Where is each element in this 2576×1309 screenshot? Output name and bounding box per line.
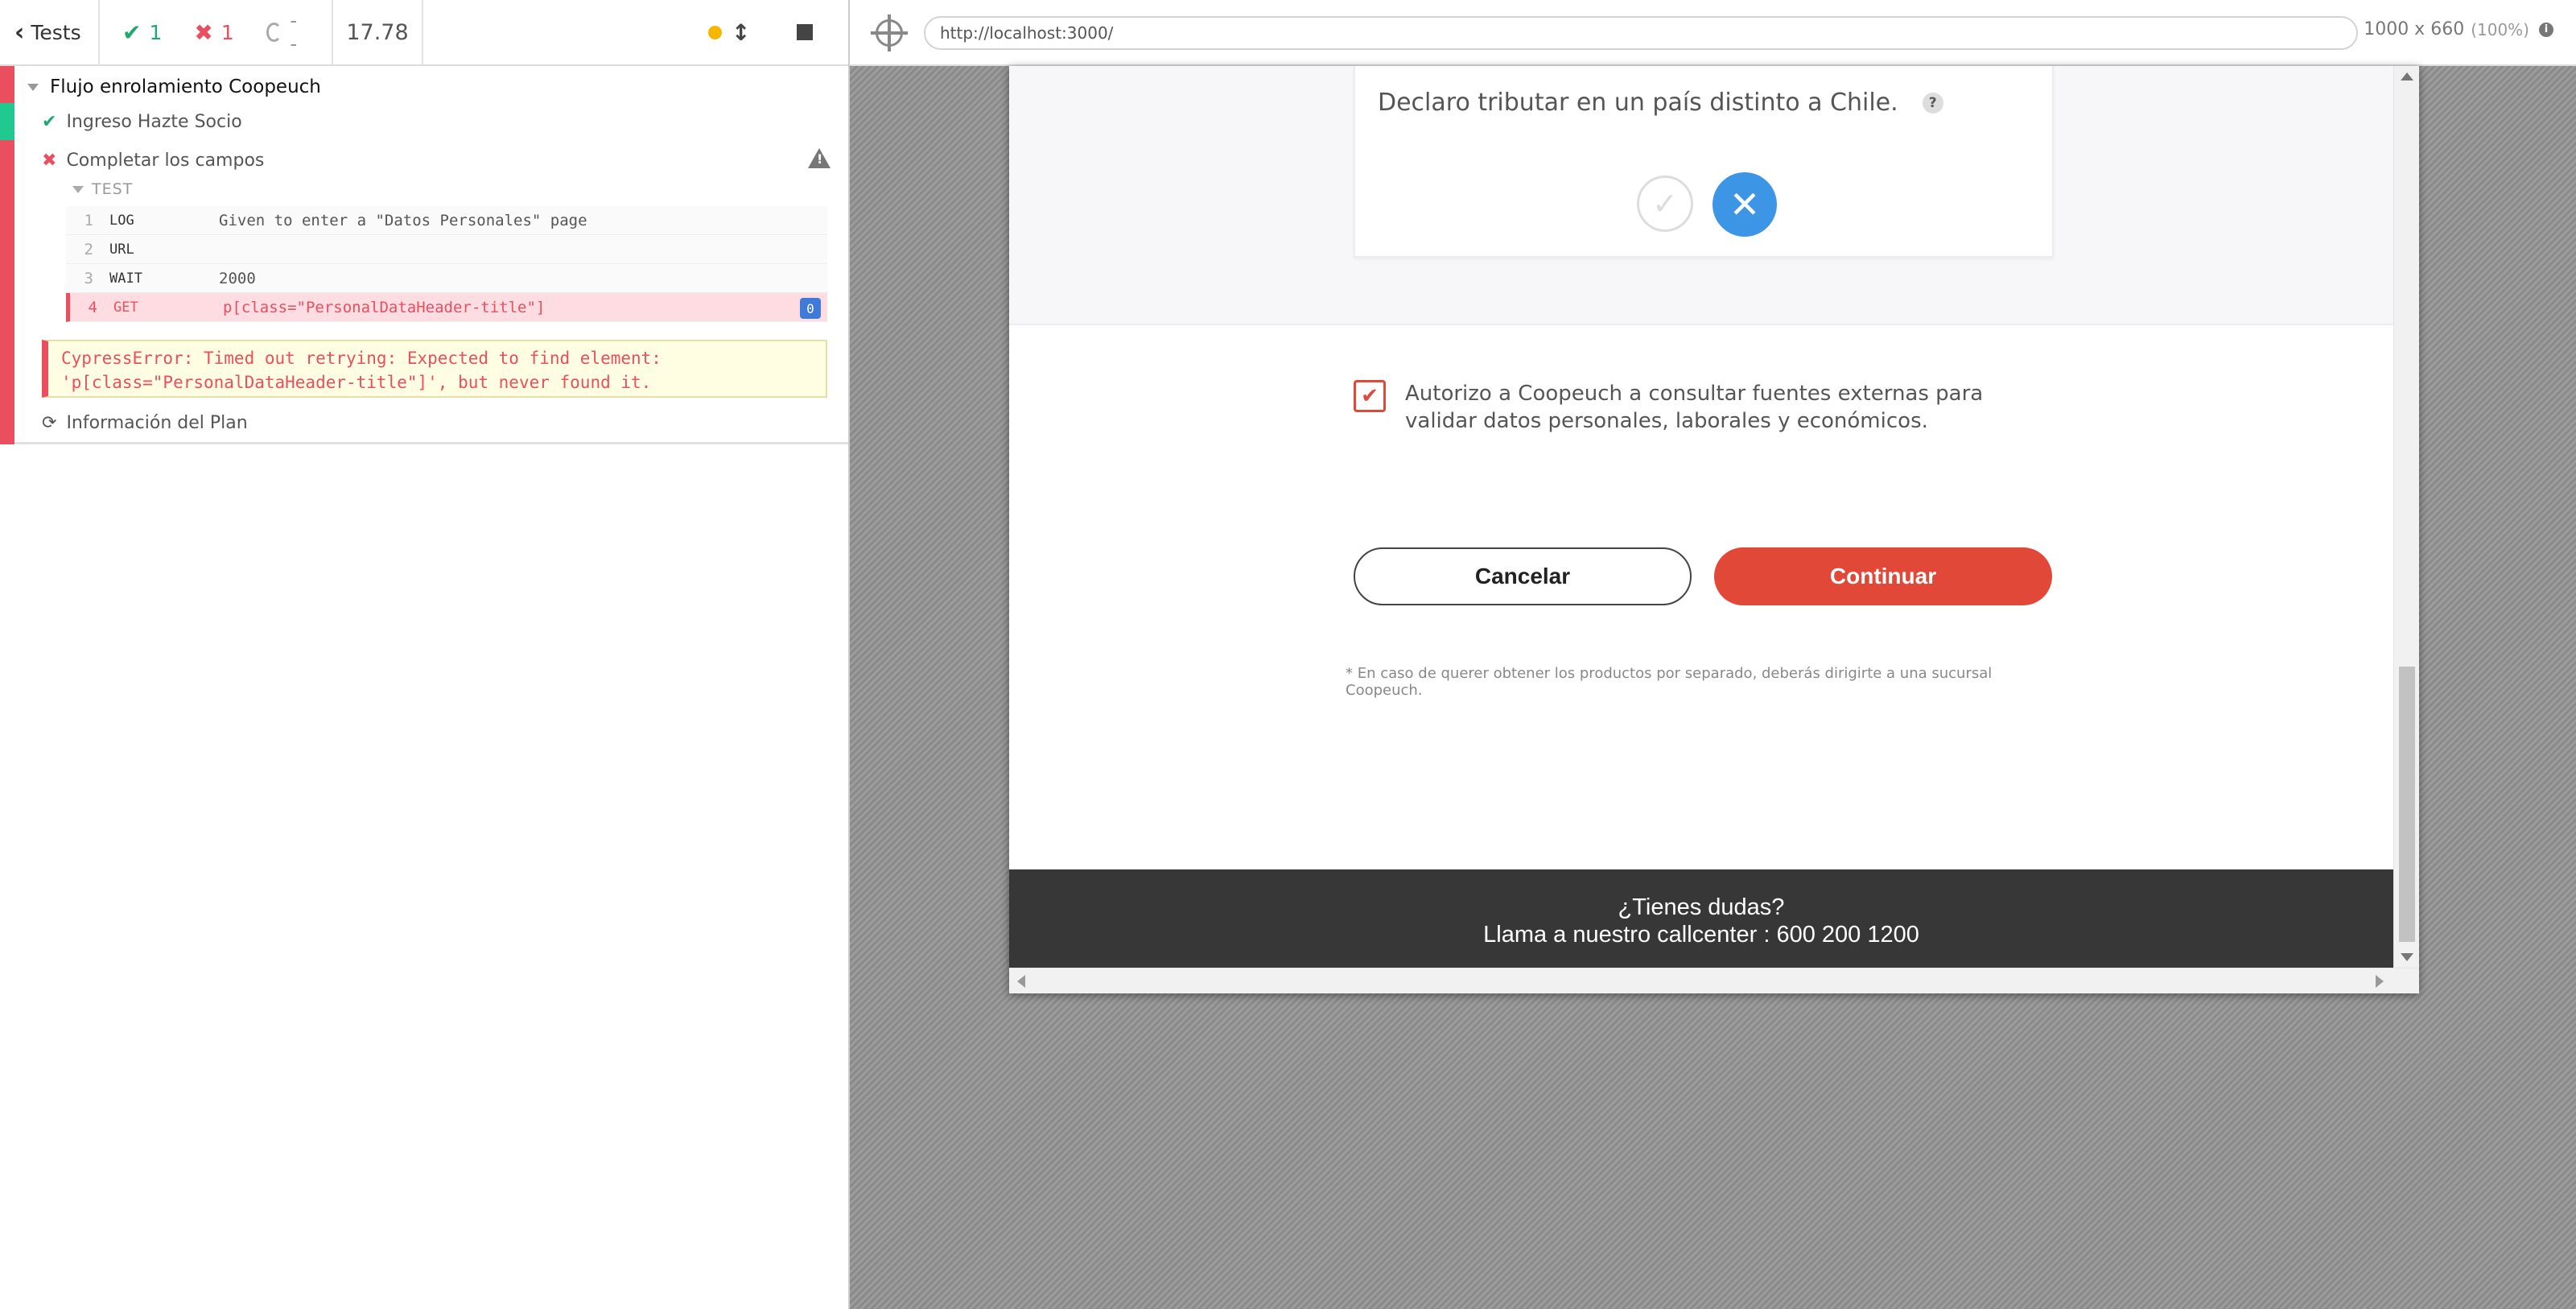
yes-option-button[interactable]: ✓ [1637,175,1693,232]
failed-count[interactable]: ✖ 1 [194,19,233,46]
consent-row: ✔ Autorizo a Coopeuch a consultar fuente… [1354,380,2078,435]
footer-question: ¿Tienes dudas? [1618,894,1785,920]
consent-label: Autorizo a Coopeuch a consultar fuentes … [1405,382,1984,433]
runner-panel: http://localhost:3000/ 1000 x 660 (100%)… [848,0,2576,1309]
close-icon: ✕ [1729,183,1761,226]
cancel-button[interactable]: Cancelar [1354,547,1692,605]
check-icon: ✔ [122,19,142,46]
viewport-size: 1000 x 660 [2364,19,2465,39]
suite-state-bar [0,66,14,444]
running-indicator-icon [708,25,722,39]
caret-down-icon [72,185,84,193]
cross-icon: ✖ [42,150,57,171]
scroll-up-icon[interactable] [2401,72,2413,81]
runnables: Flujo enrolamiento Coopeuch ✔ Ingreso Ha… [0,66,848,444]
check-icon: ✓ [1652,186,1678,221]
command-row[interactable]: 2 URL [66,235,827,264]
runner-controls: ↕ [708,0,814,64]
zoom-level: (100%) [2471,19,2529,39]
check-icon: ✔ [42,111,57,132]
auto-scroll-toggle-icon[interactable]: ↕ [732,19,750,46]
duration: 17.78 [333,0,423,64]
tax-section: Declaro tributar en un país distinto a C… [1009,66,2393,325]
command-row[interactable]: 1 LOG Given to enter a "Datos Personales… [66,206,827,235]
footer-callcenter: Llama a nuestro callcenter : 600 200 120… [1483,922,1919,948]
test-item-failed[interactable]: ✖ Completar los campos [42,142,831,179]
pending-count[interactable]: -- [266,9,301,56]
command-log-panel: ‹ Tests ✔ 1 ✖ 1 -- 17.78 ↕ Flujo enrolam… [0,0,848,1309]
test-item-pending[interactable]: ⟳ Información del Plan [42,404,248,441]
test-item-passed[interactable]: ✔ Ingreso Hazte Socio [42,103,831,140]
reporter-header: ‹ Tests ✔ 1 ✖ 1 -- 17.78 ↕ [0,0,848,66]
footnote: * En caso de querer obtener los producto… [1346,665,1993,699]
hook-label[interactable]: TEST [72,180,133,198]
tax-card: Declaro tributar en un país distinto a C… [1354,66,2054,258]
chevron-left-icon: ‹ [14,18,25,47]
url-bar: http://localhost:3000/ 1000 x 660 (100%)… [850,0,2576,66]
suite-title[interactable]: Flujo enrolamiento Coopeuch [27,71,321,103]
vertical-scrollbar[interactable] [2393,66,2419,968]
help-icon[interactable]: ? [1922,92,1943,114]
caret-down-icon [27,83,39,91]
stop-button[interactable] [797,24,814,40]
error-message[interactable]: CypressError: Timed out retrying: Expect… [42,340,827,398]
app-under-test-frame: Declaro tributar en un país distinto a C… [1009,66,2419,993]
help-footer: ¿Tienes dudas? Llama a nuestro callcente… [1009,869,2393,968]
cross-icon: ✖ [194,19,213,46]
scroll-right-icon[interactable] [2376,975,2384,988]
pending-spinner-icon [266,23,282,42]
tests-button[interactable]: ‹ Tests [0,0,100,64]
horizontal-scrollbar[interactable] [1009,968,2419,993]
selector-playground-icon[interactable] [871,14,908,52]
scroll-thumb[interactable] [2399,667,2415,942]
scroll-left-icon[interactable] [1017,975,1025,988]
element-count-badge: 0 [800,298,821,319]
command-row[interactable]: 3 WAIT 2000 [66,264,827,293]
continue-button[interactable]: Continuar [1714,547,2052,605]
passed-count[interactable]: ✔ 1 [122,19,162,46]
test-stats: ✔ 1 ✖ 1 -- [100,0,333,64]
tests-label: Tests [31,20,81,44]
url-field[interactable]: http://localhost:3000/ [924,16,2358,50]
consent-checkbox[interactable]: ✔ [1354,380,1386,412]
refresh-icon: ⟳ [42,412,57,433]
check-icon: ✔ [1361,384,1379,408]
viewport-info[interactable]: 1000 x 660 (100%) i [2364,19,2553,39]
no-option-button[interactable]: ✕ [1713,172,1777,237]
warning-icon [808,148,831,168]
tax-question: Declaro tributar en un país distinto a C… [1378,89,1943,117]
app-content: Declaro tributar en un país distinto a C… [1009,66,2393,968]
command-row-failed[interactable]: 4 GET p[class="PersonalDataHeader-title"… [66,293,827,322]
info-icon[interactable]: i [2539,22,2553,37]
scroll-down-icon[interactable] [2401,953,2413,961]
